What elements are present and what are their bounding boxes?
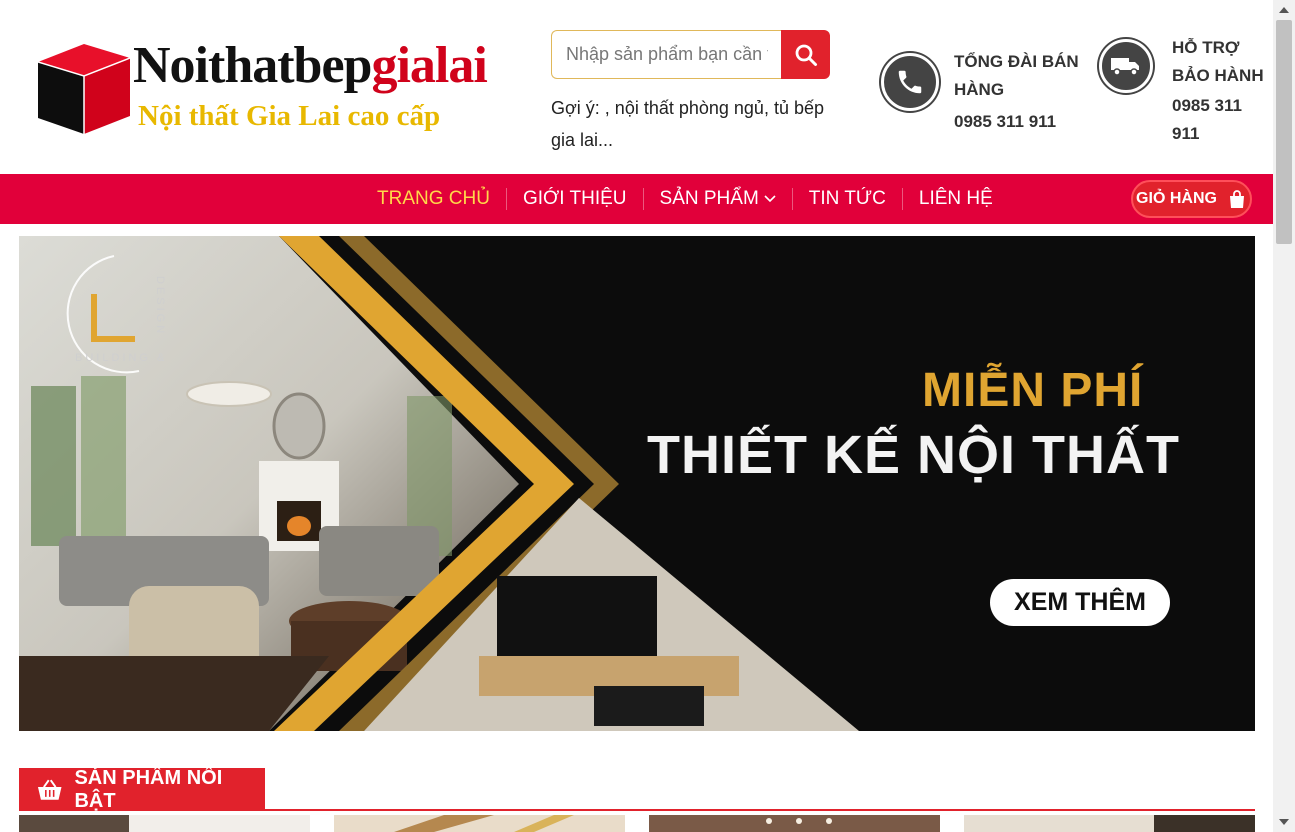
site-logo[interactable]: Noithatbepgialai Nội thất Gia Lai cao cấ… <box>38 37 498 138</box>
main-nav: TRANG CHỦ GIỚI THIỆU SẢN PHẨM TIN TỨC LI… <box>0 174 1273 224</box>
search-form <box>551 30 830 79</box>
cart-label: GIỎ HÀNG <box>1136 190 1217 207</box>
banner-headline-accent: MIỄN PHÍ <box>922 364 1144 417</box>
search-suggestion: Gợi ý: , nội thất phòng ngủ, tủ bếp gia … <box>551 98 824 150</box>
search-input[interactable] <box>551 30 782 79</box>
sales-hotline[interactable] <box>881 53 939 111</box>
scrollbar-thumb[interactable] <box>1276 20 1292 244</box>
nav-item-home[interactable]: TRANG CHỦ <box>361 188 506 210</box>
warranty-label: HỖ TRỢ BẢO HÀNH <box>1172 38 1264 85</box>
nav-item-products[interactable]: SẢN PHẨM <box>642 188 792 210</box>
banner-see-more-button[interactable]: XEM THÊM <box>990 579 1170 626</box>
search-button[interactable] <box>781 30 830 79</box>
warranty-support[interactable] <box>1099 39 1153 93</box>
chevron-down-icon <box>764 195 776 203</box>
product-thumbnail[interactable] <box>649 815 940 832</box>
sales-hotline-text: TỔNG ĐÀI BÁN HÀNG 0985 311 911 <box>954 48 1084 136</box>
cube-logo-icon <box>38 44 130 134</box>
truck-icon <box>1099 39 1153 93</box>
banner-brand-vertical: DESIGN <box>154 276 166 337</box>
nav-menu: TRANG CHỦ GIỚI THIỆU SẢN PHẨM TIN TỨC LI… <box>361 174 1009 224</box>
nav-item-news[interactable]: TIN TỨC <box>791 188 902 210</box>
site-header: Noithatbepgialai Nội thất Gia Lai cao cấ… <box>0 0 1273 174</box>
product-thumbnail[interactable] <box>19 815 310 832</box>
scroll-down-arrow-icon[interactable] <box>1273 812 1295 832</box>
logo-tagline: Nội thất Gia Lai cao cấp <box>138 100 441 132</box>
logo-wordmark: Noithatbepgialai <box>133 37 488 94</box>
nav-item-products-label: SẢN PHẨM <box>659 188 759 209</box>
shopping-basket-icon <box>37 779 62 800</box>
sales-hotline-phone[interactable]: 0985 311 911 <box>954 108 1084 136</box>
scroll-up-arrow-icon[interactable] <box>1273 0 1295 20</box>
warranty-text: HỖ TRỢ BẢO HÀNH 0985 311 911 <box>1172 34 1268 148</box>
nav-item-about[interactable]: GIỚI THIỆU <box>505 188 643 210</box>
phone-icon <box>881 53 939 111</box>
nav-item-contact[interactable]: LIÊN HỆ <box>901 188 1009 210</box>
cart-button[interactable]: GIỎ HÀNG <box>1131 180 1252 218</box>
product-thumbnail[interactable] <box>964 815 1255 832</box>
featured-section-title: SẢN PHẨM NỔI BẬT <box>19 766 265 812</box>
banner-brand-text: BUILDING & <box>75 352 168 364</box>
search-icon <box>795 44 817 66</box>
promo-banner[interactable]: BUILDING & DESIGN MIỄN PHÍ THIẾT KẾ NỘI … <box>19 236 1255 731</box>
page-scrollbar[interactable] <box>1273 0 1295 832</box>
banner-headline: THIẾT KẾ NỘI THẤT <box>647 425 1180 485</box>
sales-hotline-label: TỔNG ĐÀI BÁN HÀNG <box>954 52 1079 99</box>
shopping-bag-icon <box>1229 190 1244 208</box>
product-thumbnail[interactable] <box>334 815 625 832</box>
warranty-phone[interactable]: 0985 311 911 <box>1172 92 1268 148</box>
featured-section-label: SẢN PHẨM NỔI BẬT <box>74 766 223 812</box>
